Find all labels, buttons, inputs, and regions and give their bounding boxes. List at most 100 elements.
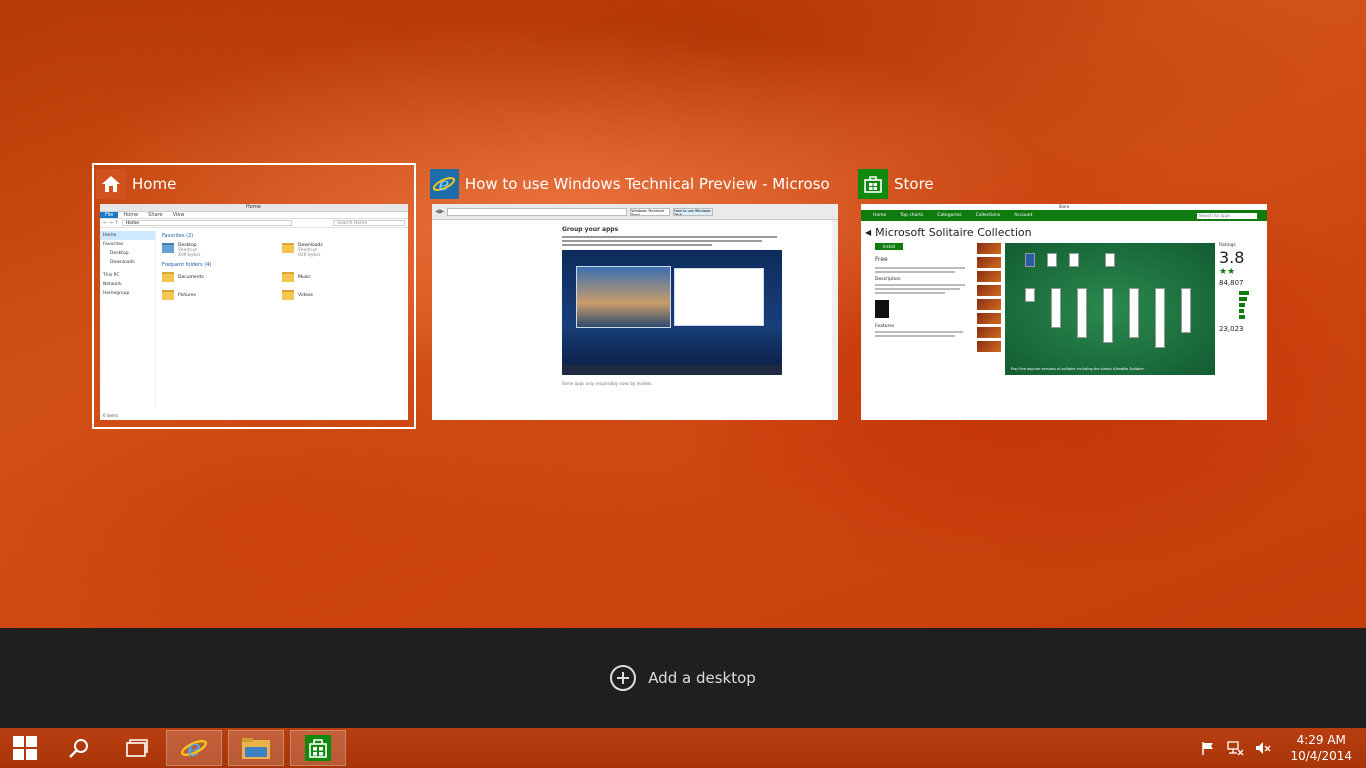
favorite-item[interactable]: Downloads Shortcut 926 bytes: [282, 243, 402, 258]
ie-address-bar: ◀▶ Windows Technical Previ... How to use…: [432, 204, 838, 220]
store-icon: [858, 169, 888, 199]
frequent-name: Music: [298, 275, 311, 280]
clock[interactable]: 4:29 AM 10/4/2014: [1290, 732, 1352, 764]
store-nav-home[interactable]: Home: [873, 213, 886, 218]
pictures-folder-icon: [162, 290, 174, 300]
network-icon[interactable]: [1226, 740, 1244, 756]
store-price: Free: [875, 256, 888, 263]
esrb-rating-icon: [875, 300, 889, 318]
window-thumbnail-explorer[interactable]: Home File Home Share View ← → ↑ Home Sea…: [100, 204, 408, 420]
favorites-header: Favorites (2): [162, 233, 194, 239]
favorite-size: 409 bytes: [178, 253, 201, 258]
nav-item-homegroup[interactable]: Homegroup: [100, 289, 155, 298]
frequent-item[interactable]: Pictures: [162, 290, 282, 300]
volume-muted-icon[interactable]: [1254, 740, 1272, 756]
nav-item-downloads[interactable]: Downloads: [100, 258, 155, 267]
window-thumbnail-store[interactable]: Store Home Top charts Categories Collect…: [861, 204, 1267, 420]
taskbar-app-store[interactable]: [290, 730, 346, 766]
solitaire-screenshot: Play five popular versions of solitaire …: [1005, 243, 1215, 375]
store-nav-collections[interactable]: Collections: [976, 213, 1001, 218]
search-button[interactable]: [50, 728, 108, 768]
frequent-name: Documents: [178, 275, 204, 280]
window-title-store: Store: [894, 175, 934, 193]
store-search-field[interactable]: Search for apps: [1197, 212, 1257, 219]
task-view-desktop-bar: Add a desktop: [0, 628, 1366, 728]
nav-item-desktop[interactable]: Desktop: [100, 249, 155, 258]
internet-explorer-icon: e: [181, 734, 207, 762]
nav-arrows-icon[interactable]: ← → ↑: [103, 220, 119, 226]
documents-folder-icon: [162, 272, 174, 282]
ribbon-tab-share[interactable]: Share: [143, 212, 167, 218]
explorer-status: 6 items: [103, 413, 118, 418]
ribbon-tab-view[interactable]: View: [168, 212, 190, 218]
ie-url-field[interactable]: [447, 207, 628, 216]
favorite-item[interactable]: Desktop Shortcut 409 bytes: [162, 243, 282, 258]
add-desktop-button[interactable]: Add a desktop: [648, 669, 756, 687]
window-thumbnail-ie[interactable]: ◀▶ Windows Technical Previ... How to use…: [432, 204, 838, 420]
ie-caption: Some apps only responsibly sizes by mode…: [562, 381, 653, 386]
ie-back-icon[interactable]: ◀▶: [435, 208, 444, 215]
window-title-ie: How to use Windows Technical Preview - M…: [464, 175, 830, 193]
nav-item-favorites[interactable]: Favorites: [100, 240, 155, 249]
taskbar-app-explorer[interactable]: [228, 730, 284, 766]
store-description-label: Description: [875, 277, 901, 282]
frequent-item[interactable]: Documents: [162, 272, 282, 282]
ie-article-image: [562, 250, 782, 375]
install-button[interactable]: Install: [875, 243, 903, 250]
store-nav: Home Top charts Categories Collections A…: [861, 210, 1267, 221]
task-view-button[interactable]: [108, 728, 166, 768]
task-view-icon: [126, 739, 148, 757]
ie-tab-2[interactable]: How to use Windows Tech...: [673, 207, 714, 216]
explorer-search-field[interactable]: Search Home: [333, 220, 405, 226]
ribbon-tab-home[interactable]: Home: [118, 212, 143, 218]
explorer-ribbon: File Home Share View: [100, 212, 408, 219]
explorer-address-bar: ← → ↑ Home Search Home: [100, 219, 408, 228]
taskbar-app-ie[interactable]: e: [166, 730, 222, 766]
frequent-header: Frequent folders (4): [162, 262, 212, 268]
rating-stars-icon: ★★: [1219, 267, 1236, 277]
explorer-title: Home: [246, 204, 261, 210]
svg-text:e: e: [439, 174, 450, 195]
ribbon-tab-file[interactable]: File: [100, 212, 119, 218]
nav-item-home[interactable]: Home: [100, 231, 155, 240]
ie-scrollbar[interactable]: [832, 220, 838, 420]
frequent-item[interactable]: Music: [282, 272, 402, 282]
ratings-count: 84,807: [1219, 279, 1244, 287]
ie-tab-1[interactable]: Windows Technical Previ...: [630, 207, 671, 216]
action-center-flag-icon[interactable]: [1200, 740, 1216, 756]
home-icon: [96, 169, 126, 199]
frequent-name: Videos: [298, 293, 313, 298]
store-app-info: Install Free Description Features: [875, 243, 973, 375]
nav-item-this-pc[interactable]: This PC: [100, 271, 155, 280]
clock-date: 10/4/2014: [1290, 749, 1352, 763]
start-button[interactable]: [0, 728, 50, 768]
address-field[interactable]: Home: [121, 220, 292, 226]
store-nav-account[interactable]: Account: [1014, 213, 1032, 218]
system-tray: 4:29 AM 10/4/2014: [1200, 732, 1366, 764]
store-nav-top-charts[interactable]: Top charts: [900, 213, 923, 218]
store-icon: [305, 735, 331, 761]
search-icon: [69, 739, 88, 758]
music-folder-icon: [282, 272, 294, 282]
ie-page-content: Group your apps Some apps only responsib…: [432, 220, 838, 386]
videos-folder-icon: [282, 290, 294, 300]
window-title-home: Home: [132, 175, 177, 193]
add-icon[interactable]: [610, 665, 637, 691]
desktop-folder-icon: [162, 243, 174, 253]
internet-explorer-icon: e: [430, 169, 459, 199]
nav-item-network[interactable]: Network: [100, 280, 155, 289]
frequent-item[interactable]: Videos: [282, 290, 402, 300]
favorite-size: 926 bytes: [298, 253, 321, 258]
back-arrow-icon[interactable]: ◀: [865, 228, 871, 237]
taskbar: e 4:29 AM 10/4/2014: [0, 728, 1366, 768]
file-explorer-icon: [242, 738, 270, 759]
explorer-content: Favorites (2) Desktop Shortcut 409 bytes D…: [156, 228, 408, 408]
screenshot-strip[interactable]: [977, 243, 1001, 375]
downloads-folder-icon: [282, 243, 294, 253]
explorer-nav-pane: Home Favorites Desktop Downloads This PC…: [100, 228, 156, 408]
windows-logo-icon: [13, 736, 37, 760]
clock-time: 4:29 AM: [1296, 733, 1346, 747]
store-ratings: Ratings 3.8 ★★ 84,807 23,023: [1219, 243, 1259, 375]
store-nav-categories[interactable]: Categories: [937, 213, 961, 218]
svg-text:e: e: [187, 734, 201, 762]
